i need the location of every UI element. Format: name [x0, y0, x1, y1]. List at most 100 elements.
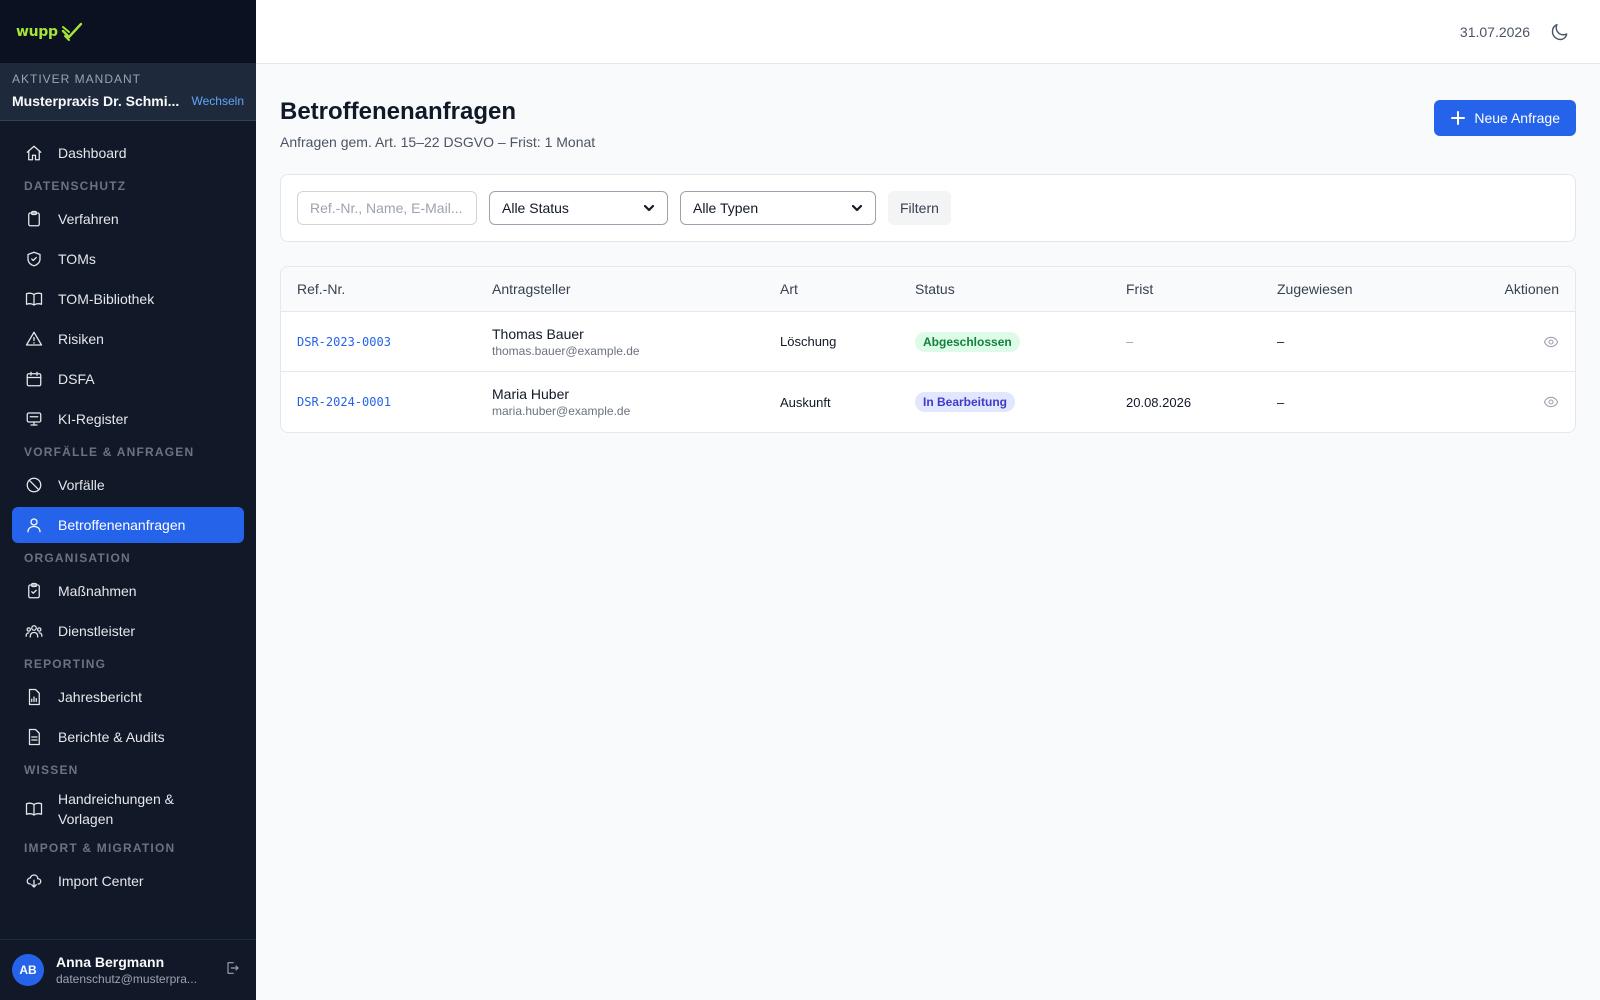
column-header-status[interactable]: Status: [915, 267, 955, 311]
sidebar-item-massnahmen[interactable]: Maßnahmen: [12, 573, 244, 609]
applicant-email: thomas.bauer@example.de: [492, 343, 640, 358]
active-client-panel: Aktiver Mandant Musterpraxis Dr. Schmi..…: [0, 64, 256, 121]
chevron-down-icon: [851, 204, 863, 212]
warning-triangle-icon: [24, 329, 44, 349]
assigned-value: –: [1277, 334, 1285, 349]
home-icon: [24, 143, 44, 163]
main-content: Betroffenenanfragen Anfragen gem. Art. 1…: [280, 64, 1576, 433]
deadline-value: 20.08.2026: [1126, 394, 1192, 410]
sidebar-item-jahresbericht[interactable]: Jahresbericht: [12, 679, 244, 715]
users-group-icon: [24, 621, 44, 641]
sidebar-item-ki-register[interactable]: KI-Register: [12, 401, 244, 437]
sidebar-item-tom-bibliothek[interactable]: TOM-Bibliothek: [12, 281, 244, 317]
sidebar-item-risiken[interactable]: Risiken: [12, 321, 244, 357]
view-eye-icon[interactable]: [1543, 394, 1559, 410]
sidebar-item-label: Dashboard: [58, 145, 127, 161]
reference-link[interactable]: DSR-2023-0003: [297, 335, 391, 349]
sidebar-item-dienstleister[interactable]: Dienstleister: [12, 613, 244, 649]
logo-text: wupp: [16, 23, 58, 40]
sidebar-item-label: Handreichungen & Vorlagen: [58, 791, 174, 827]
status-select[interactable]: Alle Status: [489, 191, 668, 225]
sidebar-item-label: KI-Register: [58, 411, 129, 427]
dark-mode-toggle-moon-icon[interactable]: [1550, 22, 1570, 42]
logout-icon[interactable]: [224, 960, 240, 981]
chevron-down-icon: [643, 204, 655, 212]
section-label-reporting: Reporting: [24, 657, 107, 671]
sidebar: wupp Aktiver Mandant Musterpraxis Dr. Sc…: [0, 0, 256, 1000]
section-label-vorfaelle: Vorfälle & Anfragen: [24, 445, 195, 459]
user-email: datenschutz@musterpra...: [56, 972, 197, 986]
sidebar-item-dsfa[interactable]: DSFA: [12, 361, 244, 397]
sidebar-item-vorfaelle[interactable]: Vorfälle: [12, 467, 244, 503]
section-label-datenschutz: Datenschutz: [24, 179, 127, 193]
column-header-type[interactable]: Art: [780, 267, 798, 311]
user-name: Anna Bergmann: [56, 954, 165, 970]
document-chart-icon: [24, 687, 44, 707]
column-header-actions: Aktionen: [1504, 281, 1559, 297]
user-icon: [24, 515, 44, 535]
requests-table: Ref.-Nr. Antragsteller Art Status Frist …: [280, 266, 1576, 433]
sidebar-item-label: Berichte & Audits: [58, 729, 165, 745]
request-type: Auskunft: [780, 394, 831, 410]
filter-bar: Alle Status Alle Typen Filtern: [280, 174, 1576, 242]
user-panel: AB Anna Bergmann datenschutz@musterpra..…: [0, 939, 256, 1000]
sidebar-item-label: Maßnahmen: [58, 583, 137, 599]
page-title: Betroffenenanfragen: [280, 98, 517, 125]
sidebar-item-berichte-audits[interactable]: Berichte & Audits: [12, 719, 244, 755]
type-select[interactable]: Alle Typen: [680, 191, 876, 225]
brand-bar: wupp: [0, 0, 256, 64]
view-eye-icon[interactable]: [1543, 334, 1559, 350]
type-select-value: Alle Typen: [693, 200, 759, 216]
column-header-deadline[interactable]: Frist: [1126, 267, 1153, 311]
clipboard-check-icon: [24, 581, 44, 601]
column-header-ref[interactable]: Ref.-Nr.: [297, 267, 345, 311]
logo-check-icon: [61, 22, 82, 41]
sidebar-item-label: Jahresbericht: [58, 689, 143, 705]
top-bar: 31.07.2026: [256, 0, 1600, 64]
sidebar-item-label: Verfahren: [58, 211, 119, 227]
book-open-icon: [24, 289, 44, 309]
avatar[interactable]: AB: [12, 954, 44, 986]
book-open-icon: [24, 799, 44, 819]
new-request-button-label: Neue Anfrage: [1474, 110, 1560, 126]
status-badge: In Bearbeitung: [915, 392, 1016, 412]
plus-icon: [1451, 111, 1466, 125]
cloud-download-icon: [24, 871, 44, 891]
sidebar-item-label: Dienstleister: [58, 623, 136, 639]
column-header-applicant[interactable]: Antragsteller: [492, 267, 571, 311]
filter-button[interactable]: Filtern: [888, 191, 951, 225]
document-text-icon: [24, 727, 44, 747]
table-row[interactable]: DSR-2023-0003 Thomas Bauer thomas.bauer@…: [281, 312, 1575, 372]
search-input[interactable]: [297, 191, 477, 225]
sidebar-nav: Dashboard Datenschutz Verfahren TOMs TOM…: [0, 121, 256, 899]
status-select-value: Alle Status: [502, 200, 569, 216]
sidebar-item-label: TOM-Bibliothek: [58, 291, 155, 307]
sidebar-item-handreichungen[interactable]: Handreichungen & Vorlagen: [12, 785, 244, 833]
sidebar-item-dashboard[interactable]: Dashboard: [12, 135, 244, 171]
status-badge: Abgeschlossen: [915, 331, 1020, 352]
sidebar-item-label: Betroffenenanfragen: [58, 517, 186, 533]
active-client-name: Musterpraxis Dr. Schmi...: [12, 93, 180, 109]
new-request-button[interactable]: Neue Anfrage: [1434, 100, 1576, 136]
current-date: 31.07.2026: [1459, 23, 1530, 40]
sidebar-item-import-center[interactable]: Import Center: [12, 863, 244, 899]
page-header: Betroffenenanfragen Anfragen gem. Art. 1…: [280, 98, 1576, 150]
app-logo[interactable]: wupp: [16, 21, 84, 43]
sidebar-item-label: Vorfälle: [58, 477, 105, 493]
request-type: Löschung: [780, 334, 837, 349]
assigned-value: –: [1277, 394, 1285, 410]
deadline-value: –: [1126, 334, 1134, 349]
table-row[interactable]: DSR-2024-0001 Maria Huber maria.huber@ex…: [281, 372, 1575, 432]
shield-check-icon: [24, 249, 44, 269]
sidebar-item-betroffenenanfragen[interactable]: Betroffenenanfragen: [12, 507, 244, 543]
sidebar-item-label: DSFA: [58, 371, 95, 387]
active-client-label: Aktiver Mandant: [12, 72, 142, 86]
table-header-row: Ref.-Nr. Antragsteller Art Status Frist …: [281, 267, 1575, 312]
reference-link[interactable]: DSR-2024-0001: [297, 395, 391, 409]
sidebar-item-label: Import Center: [58, 873, 144, 889]
sidebar-item-verfahren[interactable]: Verfahren: [12, 201, 244, 237]
calendar-icon: [24, 369, 44, 389]
switch-client-link[interactable]: Wechseln: [192, 94, 244, 108]
sidebar-item-toms[interactable]: TOMs: [12, 241, 244, 277]
column-header-assigned[interactable]: Zugewiesen: [1277, 267, 1353, 311]
